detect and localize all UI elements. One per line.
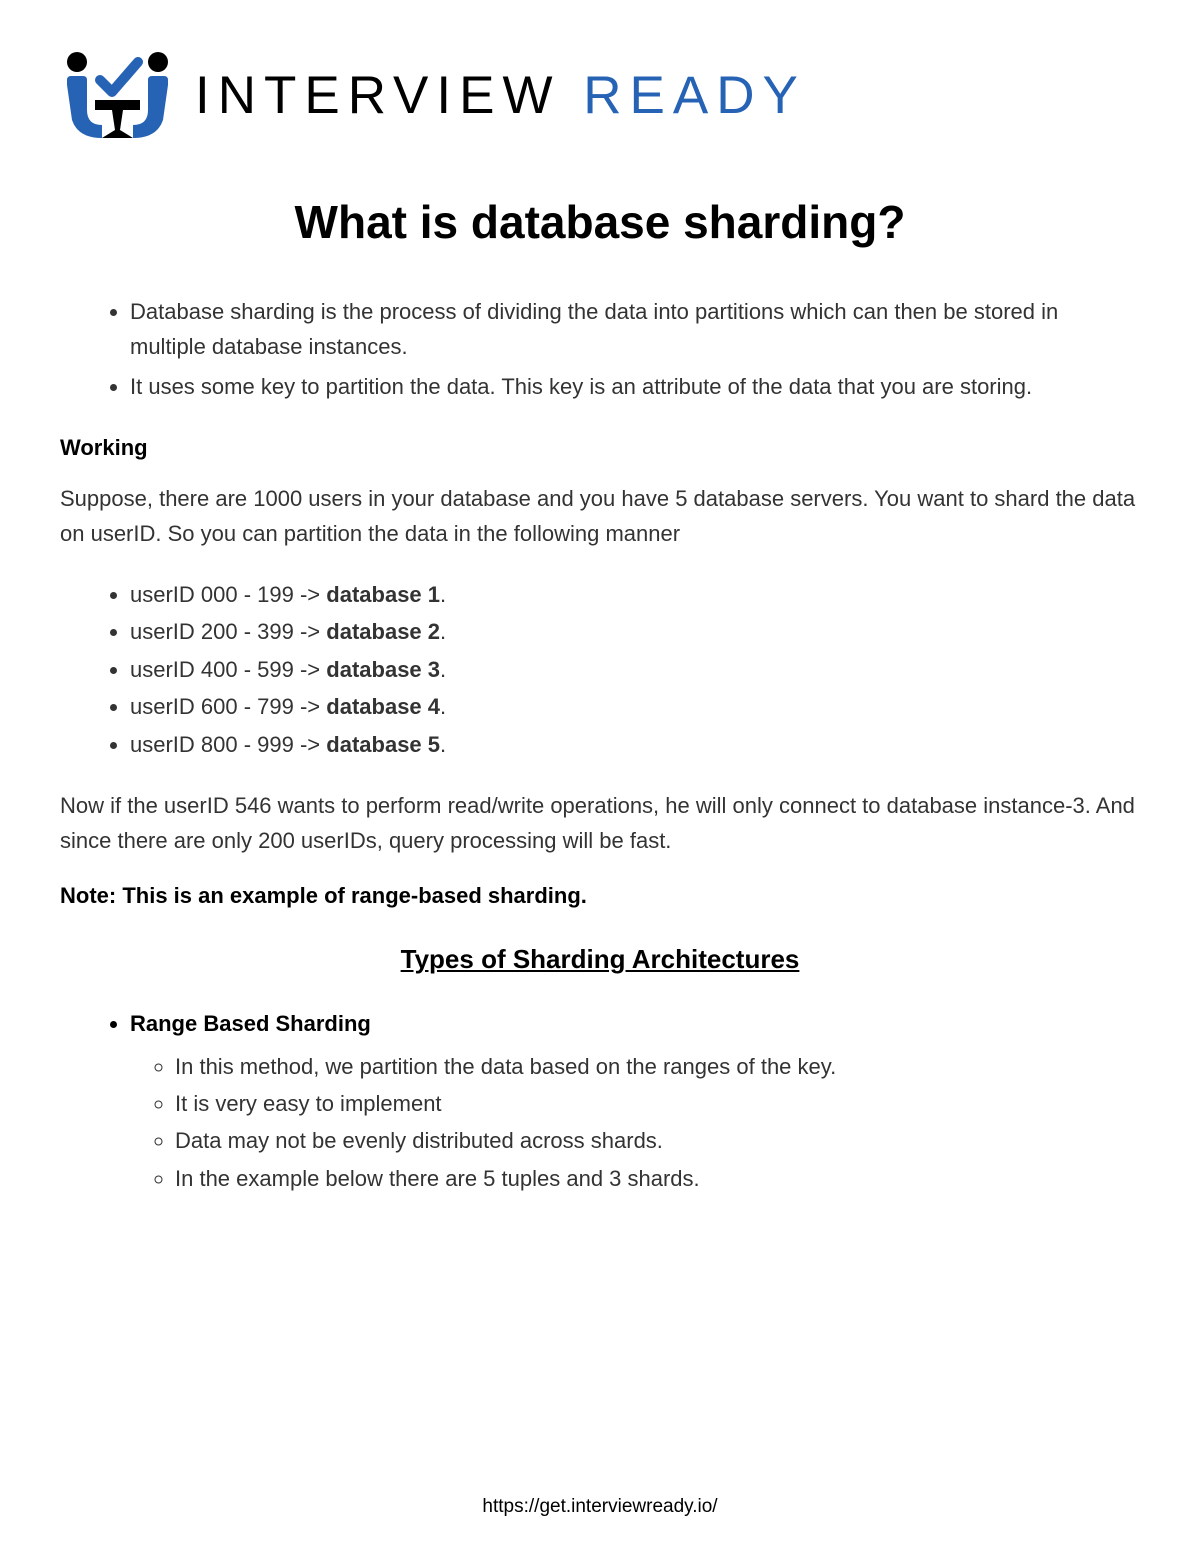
type-point: In the example below there are 5 tuples … bbox=[175, 1160, 1140, 1197]
working-intro: Suppose, there are 1000 users in your da… bbox=[60, 481, 1140, 551]
mapping-suffix: . bbox=[440, 619, 446, 644]
mapping-target: database 2 bbox=[326, 619, 440, 644]
working-heading: Working bbox=[60, 435, 1140, 461]
type-point: It is very easy to implement bbox=[175, 1085, 1140, 1122]
mapping-suffix: . bbox=[440, 657, 446, 682]
type-item: Range Based Sharding In this method, we … bbox=[130, 1005, 1140, 1197]
footer-url: https://get.interviewready.io/ bbox=[0, 1496, 1200, 1518]
logo-text: INTERVIEW READY bbox=[195, 65, 806, 126]
types-heading: Types of Sharding Architectures bbox=[60, 944, 1140, 975]
mapping-range: userID 000 - 199 -> bbox=[130, 582, 326, 607]
mapping-list: userID 000 - 199 -> database 1. userID 2… bbox=[60, 576, 1140, 763]
page-title: What is database sharding? bbox=[60, 195, 1140, 249]
mapping-item: userID 200 - 399 -> database 2. bbox=[130, 613, 1140, 650]
logo-word-interview: INTERVIEW bbox=[195, 66, 561, 125]
mapping-range: userID 200 - 399 -> bbox=[130, 619, 326, 644]
mapping-target: database 5 bbox=[326, 732, 440, 757]
mapping-range: userID 400 - 599 -> bbox=[130, 657, 326, 682]
logo-icon bbox=[60, 50, 175, 140]
type-point: In this method, we partition the data ba… bbox=[175, 1048, 1140, 1085]
logo-container: INTERVIEW READY bbox=[60, 50, 1140, 140]
mapping-item: userID 600 - 799 -> database 4. bbox=[130, 688, 1140, 725]
working-conclusion: Now if the userID 546 wants to perform r… bbox=[60, 788, 1140, 858]
logo-word-ready: READY bbox=[583, 66, 806, 125]
types-list: Range Based Sharding In this method, we … bbox=[60, 1005, 1140, 1197]
mapping-range: userID 600 - 799 -> bbox=[130, 694, 326, 719]
mapping-item: userID 000 - 199 -> database 1. bbox=[130, 576, 1140, 613]
mapping-suffix: . bbox=[440, 582, 446, 607]
mapping-range: userID 800 - 999 -> bbox=[130, 732, 326, 757]
mapping-target: database 1 bbox=[326, 582, 440, 607]
mapping-target: database 3 bbox=[326, 657, 440, 682]
mapping-item: userID 400 - 599 -> database 3. bbox=[130, 651, 1140, 688]
working-note: Note: This is an example of range-based … bbox=[60, 883, 1140, 909]
type-point: Data may not be evenly distributed acros… bbox=[175, 1122, 1140, 1159]
type-points-list: In this method, we partition the data ba… bbox=[130, 1048, 1140, 1198]
mapping-suffix: . bbox=[440, 732, 446, 757]
mapping-suffix: . bbox=[440, 694, 446, 719]
mapping-target: database 4 bbox=[326, 694, 440, 719]
intro-bullet: Database sharding is the process of divi… bbox=[130, 294, 1140, 364]
mapping-item: userID 800 - 999 -> database 5. bbox=[130, 726, 1140, 763]
type-name: Range Based Sharding bbox=[130, 1011, 371, 1036]
intro-list: Database sharding is the process of divi… bbox=[60, 294, 1140, 405]
intro-bullet: It uses some key to partition the data. … bbox=[130, 369, 1140, 404]
